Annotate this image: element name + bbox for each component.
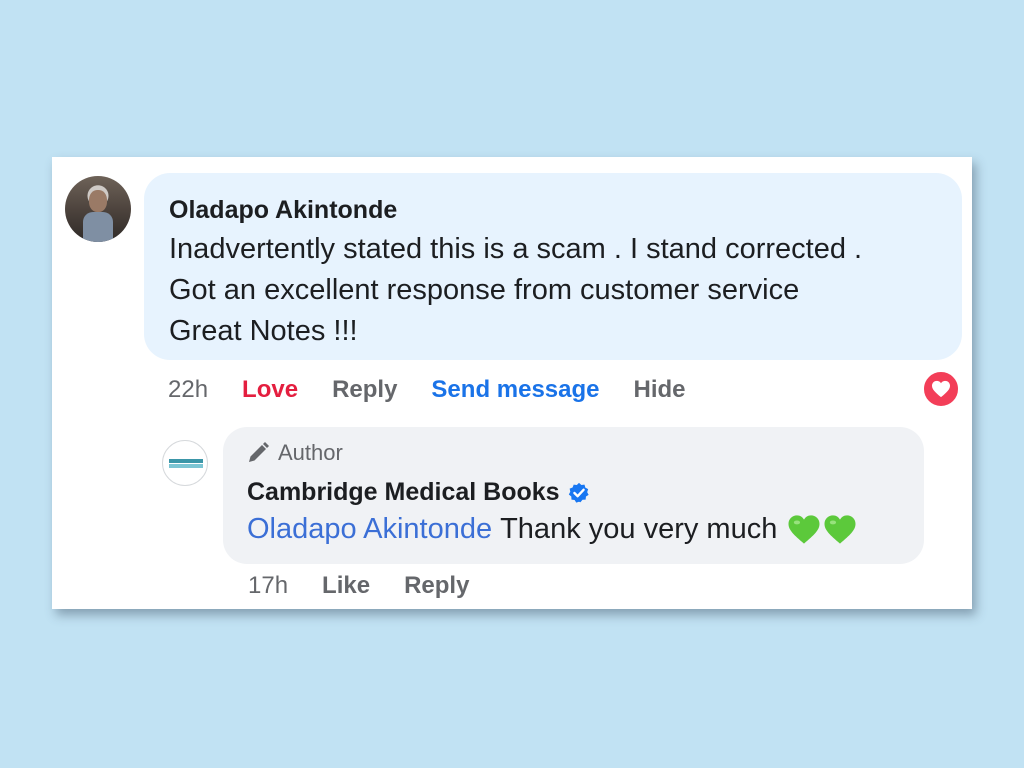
mention-link[interactable]: Oladapo Akintonde	[247, 513, 492, 546]
verified-badge-icon	[568, 482, 589, 503]
reply-actions: 17h Like Reply	[248, 571, 503, 601]
love-button[interactable]: Love	[242, 376, 298, 404]
author-badge-label: Author	[278, 440, 343, 465]
commenter-name[interactable]: Oladapo Akintonde	[169, 196, 397, 225]
green-heart-icon	[788, 515, 820, 544]
green-heart-icon	[824, 515, 856, 544]
author-badge: Author	[246, 440, 343, 466]
like-button[interactable]: Like	[322, 572, 370, 600]
comment-timestamp[interactable]: 22h	[168, 376, 208, 404]
send-message-button[interactable]: Send message	[431, 376, 599, 404]
pencil-icon	[249, 442, 269, 462]
reply-timestamp[interactable]: 17h	[248, 572, 288, 600]
comment-line: Inadvertently stated this is a scam . I …	[169, 233, 863, 265]
reply-bubble: Author Cambridge Medical Books Oladapo A…	[223, 427, 924, 564]
reply-text: Oladapo Akintonde Thank you very much	[247, 513, 859, 546]
comment-line: Got an excellent response from customer …	[169, 274, 800, 306]
comment-actions: 22h Love Reply Send message Hide	[168, 375, 720, 405]
commenter-avatar[interactable]	[65, 176, 131, 242]
reply-button[interactable]: Reply	[332, 376, 397, 404]
comment-text: Inadvertently stated this is a scam . I …	[169, 229, 949, 352]
page-name-row: Cambridge Medical Books	[247, 478, 590, 507]
emoji-group	[787, 514, 859, 545]
comment-card: Oladapo Akintonde Inadvertently stated t…	[52, 157, 972, 609]
hide-button[interactable]: Hide	[634, 376, 686, 404]
reply-to-reply-button[interactable]: Reply	[404, 572, 469, 600]
love-reaction-icon[interactable]	[922, 370, 960, 408]
reply-message: Thank you very much	[500, 513, 778, 545]
comment-line: Great Notes !!!	[169, 315, 358, 347]
comment-bubble: Oladapo Akintonde Inadvertently stated t…	[144, 173, 962, 360]
page-name[interactable]: Cambridge Medical Books	[247, 478, 560, 507]
page-avatar[interactable]	[162, 440, 208, 486]
